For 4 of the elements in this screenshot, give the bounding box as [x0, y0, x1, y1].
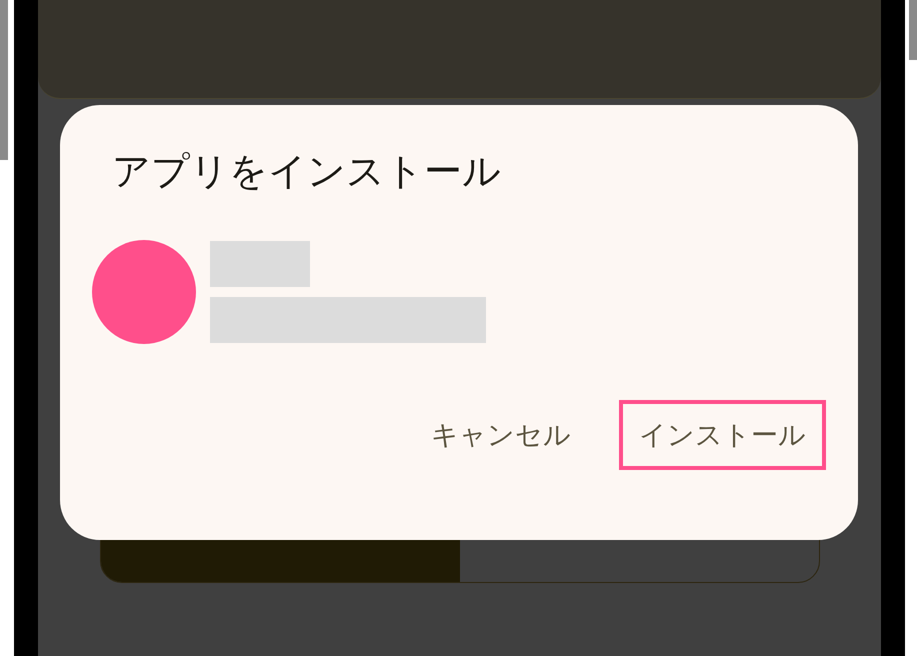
cancel-button[interactable]: キャンセル: [411, 400, 591, 470]
dialog-title: アプリをインストール: [111, 148, 502, 195]
scrollbar: [909, 0, 917, 60]
install-button[interactable]: インストール: [619, 400, 826, 470]
